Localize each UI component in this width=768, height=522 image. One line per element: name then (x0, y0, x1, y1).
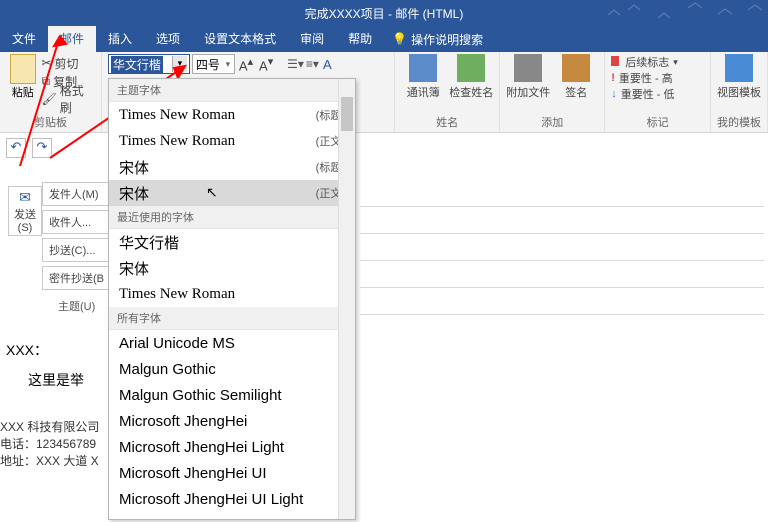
group-names-label: 姓名 (401, 114, 493, 132)
decorative-birds (598, 0, 768, 26)
dd-section-all: 所有字体 (109, 307, 355, 330)
template-icon (725, 54, 753, 82)
font-option[interactable]: 宋体(正文) (109, 180, 355, 206)
send-area: ✉ 发送 (S) (4, 182, 46, 240)
recipient-lines (360, 180, 764, 315)
title-bar: 完成XXXX项目 - 邮件 (HTML) (0, 0, 768, 26)
signature-icon (562, 54, 590, 82)
flag-icon (611, 56, 621, 68)
font-option[interactable]: Microsoft YaHei UI (109, 512, 355, 520)
lightbulb-icon: 💡 (392, 32, 407, 46)
font-option[interactable]: Times New Roman (109, 281, 355, 307)
font-option[interactable]: Microsoft JhengHei UI (109, 460, 355, 486)
send-button[interactable]: ✉ 发送 (S) (8, 186, 42, 236)
dd-section-theme: 主题字体 (109, 79, 355, 102)
low-importance-button[interactable]: ↓重要性 - 低 (611, 86, 704, 102)
tab-review[interactable]: 审阅 (288, 26, 336, 52)
font-option[interactable]: Microsoft JhengHei Light (109, 434, 355, 460)
font-option[interactable]: 宋体 (109, 255, 355, 281)
signature-button[interactable]: 签名 (554, 54, 598, 100)
high-importance-button[interactable]: !重要性 - 高 (611, 70, 704, 86)
bullets-button[interactable]: ☰▾ (287, 57, 304, 71)
check-names-icon (457, 54, 485, 82)
to-field[interactable] (360, 207, 764, 234)
exclamation-icon: ! (611, 72, 615, 84)
follow-up-button[interactable]: 后续标志▾ (611, 54, 704, 70)
bcc-field[interactable] (360, 261, 764, 288)
font-family-dropdown[interactable]: 主题字体 Times New Roman(标题)Times New Roman(… (108, 78, 356, 520)
styles-button[interactable]: A (321, 57, 334, 72)
paperclip-icon (514, 54, 542, 82)
attach-file-button[interactable]: 附加文件 (506, 54, 550, 100)
send-label: 发送 (14, 206, 36, 222)
arrow-down-icon: ↓ (611, 88, 617, 100)
window-title: 完成XXXX项目 - 邮件 (HTML) (305, 5, 464, 22)
group-templates-label: 我的模板 (717, 114, 761, 132)
check-names-button[interactable]: 检查姓名 (449, 54, 493, 100)
group-add-label: 添加 (506, 114, 598, 132)
font-option[interactable]: 华文行楷 (109, 229, 355, 255)
dd-section-recent: 最近使用的字体 (109, 206, 355, 229)
tab-help[interactable]: 帮助 (336, 26, 384, 52)
font-option[interactable]: Malgun Gothic Semilight (109, 382, 355, 408)
subject-label: 主题(U) (58, 298, 95, 314)
font-option[interactable]: Malgun Gothic (109, 356, 355, 382)
subject-field[interactable] (360, 288, 764, 315)
font-option[interactable]: Times New Roman(标题) (109, 102, 355, 128)
font-option[interactable]: Times New Roman(正文) (109, 128, 355, 154)
cc-field[interactable] (360, 234, 764, 261)
numbering-button[interactable]: ≡▾ (306, 57, 319, 71)
view-templates-button[interactable]: 视图模板 (717, 54, 761, 100)
font-option[interactable]: Microsoft JhengHei UI Light (109, 486, 355, 512)
send-shortcut: (S) (18, 222, 33, 234)
font-option[interactable]: Arial Unicode MS (109, 330, 355, 356)
book-icon (409, 54, 437, 82)
font-option[interactable]: Microsoft JhengHei (109, 408, 355, 434)
shrink-font-button[interactable]: A▾ (257, 55, 275, 73)
send-icon: ✉ (19, 189, 31, 206)
font-option[interactable]: 宋体(标题) (109, 154, 355, 180)
tell-me[interactable]: 💡 操作说明搜索 (392, 31, 483, 48)
dd-scrollbar[interactable] (338, 79, 355, 519)
dd-scroll-thumb[interactable] (341, 97, 353, 131)
from-field[interactable] (360, 180, 764, 207)
group-mark-label: 标记 (611, 114, 704, 132)
tell-me-label: 操作说明搜索 (411, 31, 483, 48)
address-book-button[interactable]: 通讯簿 (401, 54, 445, 100)
mouse-cursor-icon: ↖ (206, 184, 218, 201)
